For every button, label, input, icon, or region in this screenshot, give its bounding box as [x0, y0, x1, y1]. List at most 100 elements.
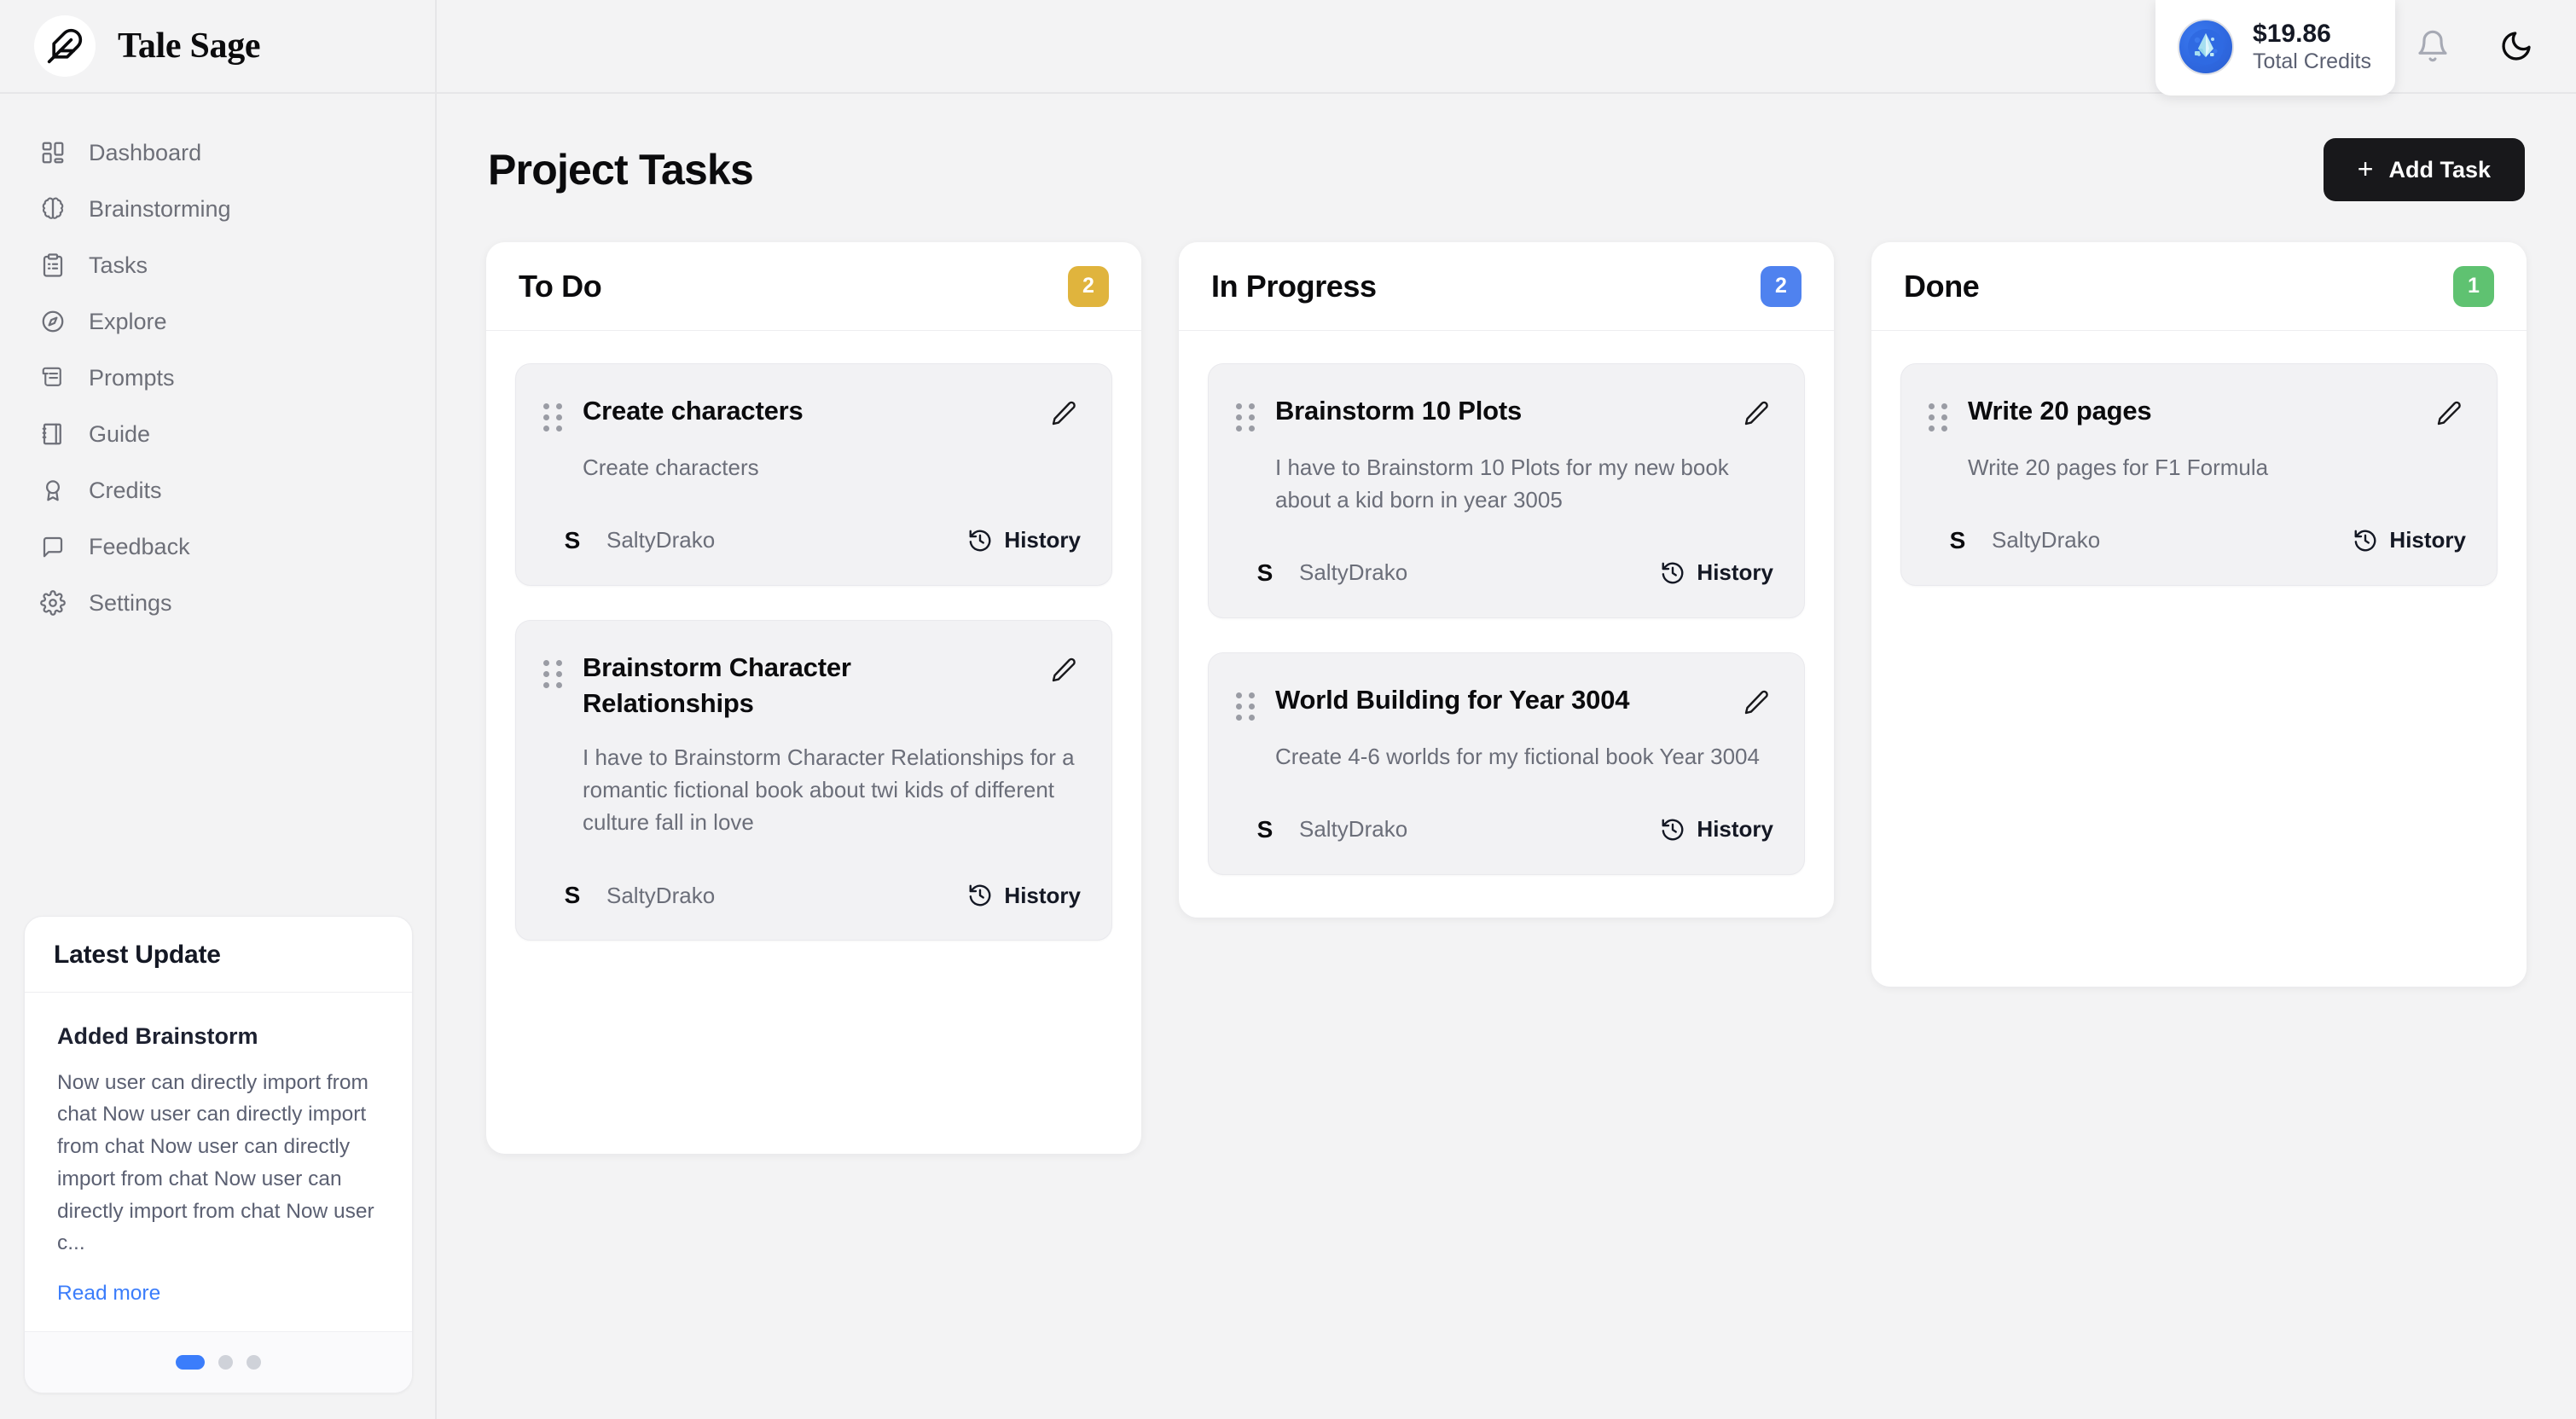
- grip-vertical-icon[interactable]: [1929, 393, 1949, 431]
- brain-icon: [39, 195, 67, 223]
- task-card[interactable]: World Building for Year 3004 Create 4-6 …: [1208, 652, 1805, 875]
- sidebar-item-dashboard[interactable]: Dashboard: [0, 125, 435, 181]
- column-title: In Progress: [1211, 268, 1377, 304]
- grip-vertical-icon[interactable]: [543, 650, 564, 688]
- task-title: World Building for Year 3004: [1275, 684, 1630, 715]
- history-button[interactable]: History: [967, 527, 1081, 553]
- column-task-list: Brainstorm 10 Plots I have to Brainstorm…: [1179, 331, 1834, 918]
- task-card[interactable]: Create characters Create characters S Sa…: [515, 363, 1112, 586]
- sidebar-item-tasks[interactable]: Tasks: [0, 237, 435, 293]
- grip-vertical-icon[interactable]: [1236, 682, 1256, 721]
- latest-update-body: Added Brainstorm Now user can directly i…: [25, 993, 412, 1331]
- sidebar-item-feedback[interactable]: Feedback: [0, 518, 435, 575]
- history-label: History: [1004, 882, 1081, 908]
- sidebar-item-credits[interactable]: Credits: [0, 462, 435, 518]
- task-card[interactable]: Write 20 pages Write 20 pages for F1 For…: [1900, 363, 2498, 586]
- sidebar-item-label: Explore: [89, 308, 167, 334]
- message-square-icon: [39, 533, 67, 560]
- task-description: Create 4-6 worlds for my fictional book …: [1275, 743, 1760, 769]
- task-description: Write 20 pages for F1 Formula: [1968, 455, 2269, 480]
- sidebar-item-label: Settings: [89, 589, 172, 616]
- column-header: Done 1: [1871, 242, 2527, 331]
- sidebar-item-prompts[interactable]: Prompts: [0, 350, 435, 406]
- pencil-icon[interactable]: [1047, 397, 1081, 431]
- grip-vertical-icon[interactable]: [543, 393, 564, 431]
- moon-icon[interactable]: [2494, 24, 2538, 68]
- task-footer: S SaltyDrako History: [543, 524, 1081, 558]
- pencil-icon[interactable]: [1739, 397, 1773, 431]
- task-header: Create characters: [543, 393, 1081, 431]
- sidebar-item-label: Guide: [89, 420, 151, 447]
- carousel-dots: [25, 1331, 412, 1393]
- sidebar-item-guide[interactable]: Guide: [0, 406, 435, 462]
- history-icon: [1660, 560, 1685, 586]
- sidebar-item-label: Feedback: [89, 533, 190, 559]
- bell-icon[interactable]: [2411, 24, 2455, 68]
- carousel-dot-2[interactable]: [218, 1355, 233, 1370]
- task-card[interactable]: Brainstorm 10 Plots I have to Brainstorm…: [1208, 363, 1805, 618]
- sidebar-item-settings[interactable]: Settings: [0, 575, 435, 631]
- latest-update-card: Latest Update Added Brainstorm Now user …: [24, 915, 413, 1393]
- history-button[interactable]: History: [1660, 816, 1773, 843]
- topbar: $19.86 Total Credits: [437, 0, 2576, 96]
- history-label: History: [1004, 527, 1081, 553]
- avatar: S: [1256, 815, 1273, 843]
- column-header: In Progress 2: [1179, 242, 1834, 331]
- history-icon: [967, 528, 993, 553]
- assignee-name: SaltyDrako: [606, 882, 716, 908]
- kanban-board: To Do 2 Create characters Create charact…: [486, 242, 2527, 1155]
- task-header: World Building for Year 3004: [1236, 682, 1773, 721]
- board-column-todo: To Do 2 Create characters Create charact…: [486, 242, 1141, 1155]
- history-button[interactable]: History: [1660, 559, 1773, 586]
- history-icon: [967, 883, 993, 908]
- task-assignee: S SaltyDrako: [1248, 813, 1408, 847]
- task-description: I have to Brainstorm Character Relations…: [583, 744, 1075, 836]
- update-item-title: Added Brainstorm: [57, 1022, 258, 1049]
- task-header: Brainstorm 10 Plots: [1236, 393, 1773, 431]
- task-assignee: S SaltyDrako: [1248, 556, 1408, 590]
- feather-icon: [34, 15, 96, 77]
- add-task-label: Add Task: [2388, 156, 2491, 182]
- credits-label: Total Credits: [2253, 49, 2371, 73]
- carousel-dot-1[interactable]: [176, 1355, 205, 1370]
- latest-update-title: Latest Update: [54, 940, 221, 969]
- history-button[interactable]: History: [967, 883, 1081, 909]
- clipboard-list-icon: [39, 252, 67, 279]
- page-content: Project Tasks + Add Task To Do 2 Create …: [437, 94, 2576, 1419]
- assignee-name: SaltyDrako: [1992, 527, 2101, 553]
- task-assignee: S SaltyDrako: [555, 878, 716, 912]
- sidebar-item-brainstorming[interactable]: Brainstorming: [0, 181, 435, 237]
- pencil-icon[interactable]: [1739, 686, 1773, 720]
- task-title: Create characters: [583, 396, 804, 426]
- pencil-icon[interactable]: [2432, 397, 2466, 431]
- compass-icon: [39, 308, 67, 335]
- assignee-name: SaltyDrako: [606, 527, 716, 553]
- update-item-text: Now user can directly import from chat N…: [57, 1070, 374, 1255]
- brand-name: Tale Sage: [118, 26, 261, 66]
- sidebar-item-label: Tasks: [89, 252, 148, 278]
- task-card[interactable]: Brainstorm Character Relationships I hav…: [515, 619, 1112, 941]
- history-label: History: [1697, 816, 1773, 843]
- add-task-button[interactable]: + Add Task: [2323, 138, 2525, 201]
- scroll-text-icon: [39, 364, 67, 391]
- sidebar: Tale Sage Dashboard Brainstorming Tasks …: [0, 0, 437, 1419]
- task-title: Brainstorm 10 Plots: [1275, 396, 1523, 426]
- carousel-dot-3[interactable]: [247, 1355, 261, 1370]
- task-title: Write 20 pages: [1968, 396, 2152, 426]
- credits-amount: $19.86: [2253, 20, 2331, 48]
- layout-dashboard-icon: [39, 139, 67, 166]
- grip-vertical-icon[interactable]: [1236, 393, 1256, 431]
- task-description: Create characters: [583, 455, 759, 480]
- task-footer: S SaltyDrako History: [1929, 524, 2466, 558]
- credits-chip[interactable]: $19.86 Total Credits: [2155, 0, 2395, 96]
- gem-icon: [2178, 19, 2235, 75]
- brand-header[interactable]: Tale Sage: [0, 0, 435, 94]
- history-button[interactable]: History: [2353, 527, 2466, 553]
- pencil-icon[interactable]: [1047, 653, 1081, 687]
- read-more-link[interactable]: Read more: [57, 1282, 160, 1306]
- sidebar-item-label: Credits: [89, 477, 162, 503]
- sidebar-item-explore[interactable]: Explore: [0, 293, 435, 350]
- task-header: Write 20 pages: [1929, 393, 2466, 431]
- main-area: $19.86 Total Credits Project Tasks + Add…: [437, 0, 2576, 1419]
- sidebar-item-label: Dashboard: [89, 139, 202, 165]
